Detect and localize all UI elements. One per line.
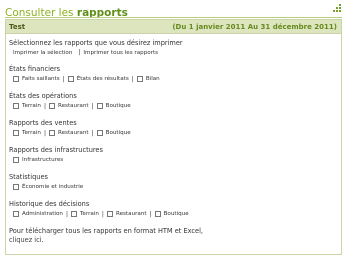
section-title: Rapports des ventes bbox=[9, 119, 77, 127]
option-label: Terrain bbox=[22, 103, 41, 109]
checkbox[interactable] bbox=[13, 157, 19, 163]
option-boutique[interactable]: Boutique bbox=[96, 130, 131, 136]
section-financiers: États financiers Faits saillants | États… bbox=[9, 65, 341, 84]
option-label: Bilan bbox=[145, 76, 160, 82]
separator: | bbox=[65, 210, 68, 218]
resize-grip-icon[interactable] bbox=[333, 4, 342, 13]
separator: | bbox=[91, 129, 94, 137]
download-link[interactable]: cliquez ici bbox=[9, 236, 42, 244]
section-title: Statistiques bbox=[9, 173, 48, 181]
option-label: États des résultats bbox=[76, 76, 129, 82]
checkbox[interactable] bbox=[70, 211, 77, 217]
option-bilan[interactable]: Bilan bbox=[136, 76, 160, 82]
option-etats-resultats[interactable]: États des résultats bbox=[67, 76, 129, 82]
separator: | bbox=[101, 210, 104, 218]
separator: | bbox=[43, 129, 46, 137]
separator: | bbox=[78, 49, 81, 56]
print-all-link[interactable]: Imprimer tous les rapports bbox=[83, 50, 158, 56]
option-label: Terrain bbox=[22, 130, 41, 136]
panel-name: Test bbox=[9, 22, 26, 31]
option-terrain[interactable]: Terrain bbox=[13, 103, 41, 109]
option-terrain[interactable]: Terrain bbox=[13, 130, 41, 136]
option-label: Boutique bbox=[163, 211, 189, 217]
section-ventes: Rapports des ventes Terrain | Restaurant… bbox=[9, 119, 341, 138]
checkbox[interactable] bbox=[48, 130, 55, 136]
checkbox[interactable] bbox=[154, 211, 161, 217]
checkbox[interactable] bbox=[13, 184, 19, 190]
date-range: (Du 1 janvier 2011 Au 31 décembre 2011) bbox=[172, 22, 337, 31]
separator: | bbox=[131, 75, 134, 83]
checkbox[interactable] bbox=[13, 76, 19, 82]
title-divider bbox=[5, 17, 342, 18]
options-row: Infrastructures bbox=[9, 155, 341, 165]
section-title: Rapports des infrastructures bbox=[9, 146, 103, 154]
separator: | bbox=[149, 210, 152, 218]
checkbox[interactable] bbox=[96, 103, 103, 109]
panel-content: Sélectionnez les rapports que vous désir… bbox=[6, 34, 341, 245]
download-note: Pour télécharger tous les rapports en fo… bbox=[9, 227, 341, 245]
print-selection-link[interactable]: Imprimer la sélection bbox=[13, 50, 72, 56]
checkbox[interactable] bbox=[67, 76, 74, 82]
options-row: Administration | Terrain | Restaurant | … bbox=[9, 209, 341, 219]
option-administration[interactable]: Administration bbox=[13, 211, 63, 217]
checkbox[interactable] bbox=[13, 211, 19, 217]
option-label: Infrastructures bbox=[22, 157, 64, 163]
options-row: Économie et industrie bbox=[9, 182, 341, 192]
option-boutique[interactable]: Boutique bbox=[96, 103, 131, 109]
option-boutique[interactable]: Boutique bbox=[154, 211, 189, 217]
download-text: Pour télécharger tous les rapports en fo… bbox=[9, 227, 204, 235]
option-infrastructures[interactable]: Infrastructures bbox=[13, 157, 63, 163]
options-row: Terrain | Restaurant | Boutique bbox=[9, 101, 341, 111]
option-faits-saillants[interactable]: Faits saillants bbox=[13, 76, 60, 82]
reports-panel: Test (Du 1 janvier 2011 Au 31 décembre 2… bbox=[5, 19, 342, 255]
intro-section: Sélectionnez les rapports que vous désir… bbox=[9, 39, 341, 57]
separator: | bbox=[43, 102, 46, 110]
print-links: Imprimer la sélection | Imprimer tous le… bbox=[9, 48, 341, 57]
panel-header: Test (Du 1 janvier 2011 Au 31 décembre 2… bbox=[6, 20, 341, 34]
download-period: . bbox=[41, 236, 44, 244]
options-row: Faits saillants | États des résultats | … bbox=[9, 74, 341, 84]
section-operations: États des opérations Terrain | Restauran… bbox=[9, 92, 341, 111]
option-label: Boutique bbox=[105, 103, 131, 109]
option-economie-industrie[interactable]: Économie et industrie bbox=[13, 184, 83, 190]
checkbox[interactable] bbox=[48, 103, 55, 109]
option-label: Boutique bbox=[105, 130, 131, 136]
options-row: Terrain | Restaurant | Boutique bbox=[9, 128, 341, 138]
option-label: Faits saillants bbox=[22, 76, 60, 82]
checkbox[interactable] bbox=[13, 103, 19, 109]
option-label: Terrain bbox=[79, 211, 99, 217]
page-title-bar: Consulter les rapports bbox=[5, 1, 342, 19]
option-label: Économie et industrie bbox=[22, 184, 84, 190]
option-terrain[interactable]: Terrain bbox=[70, 211, 99, 217]
section-historique: Historique des décisions Administration … bbox=[9, 200, 341, 219]
checkbox[interactable] bbox=[96, 130, 103, 136]
section-statistiques: Statistiques Économie et industrie bbox=[9, 173, 341, 192]
section-title: États des opérations bbox=[9, 92, 77, 100]
separator: | bbox=[91, 102, 94, 110]
checkbox[interactable] bbox=[13, 130, 19, 136]
option-restaurant[interactable]: Restaurant bbox=[106, 211, 147, 217]
checkbox[interactable] bbox=[106, 211, 113, 217]
option-restaurant[interactable]: Restaurant bbox=[48, 130, 89, 136]
section-title: États financiers bbox=[9, 65, 61, 73]
option-label: Restaurant bbox=[115, 211, 147, 217]
separator: | bbox=[62, 75, 65, 83]
option-label: Restaurant bbox=[57, 130, 89, 136]
section-title: Historique des décisions bbox=[9, 200, 90, 208]
checkbox[interactable] bbox=[136, 76, 143, 82]
download-link-line: cliquez ici. bbox=[9, 236, 341, 245]
option-label: Administration bbox=[22, 211, 63, 217]
option-label: Restaurant bbox=[57, 103, 89, 109]
option-restaurant[interactable]: Restaurant bbox=[48, 103, 89, 109]
intro-title: Sélectionnez les rapports que vous désir… bbox=[9, 39, 183, 47]
section-infrastructures: Rapports des infrastructures Infrastruct… bbox=[9, 146, 341, 165]
